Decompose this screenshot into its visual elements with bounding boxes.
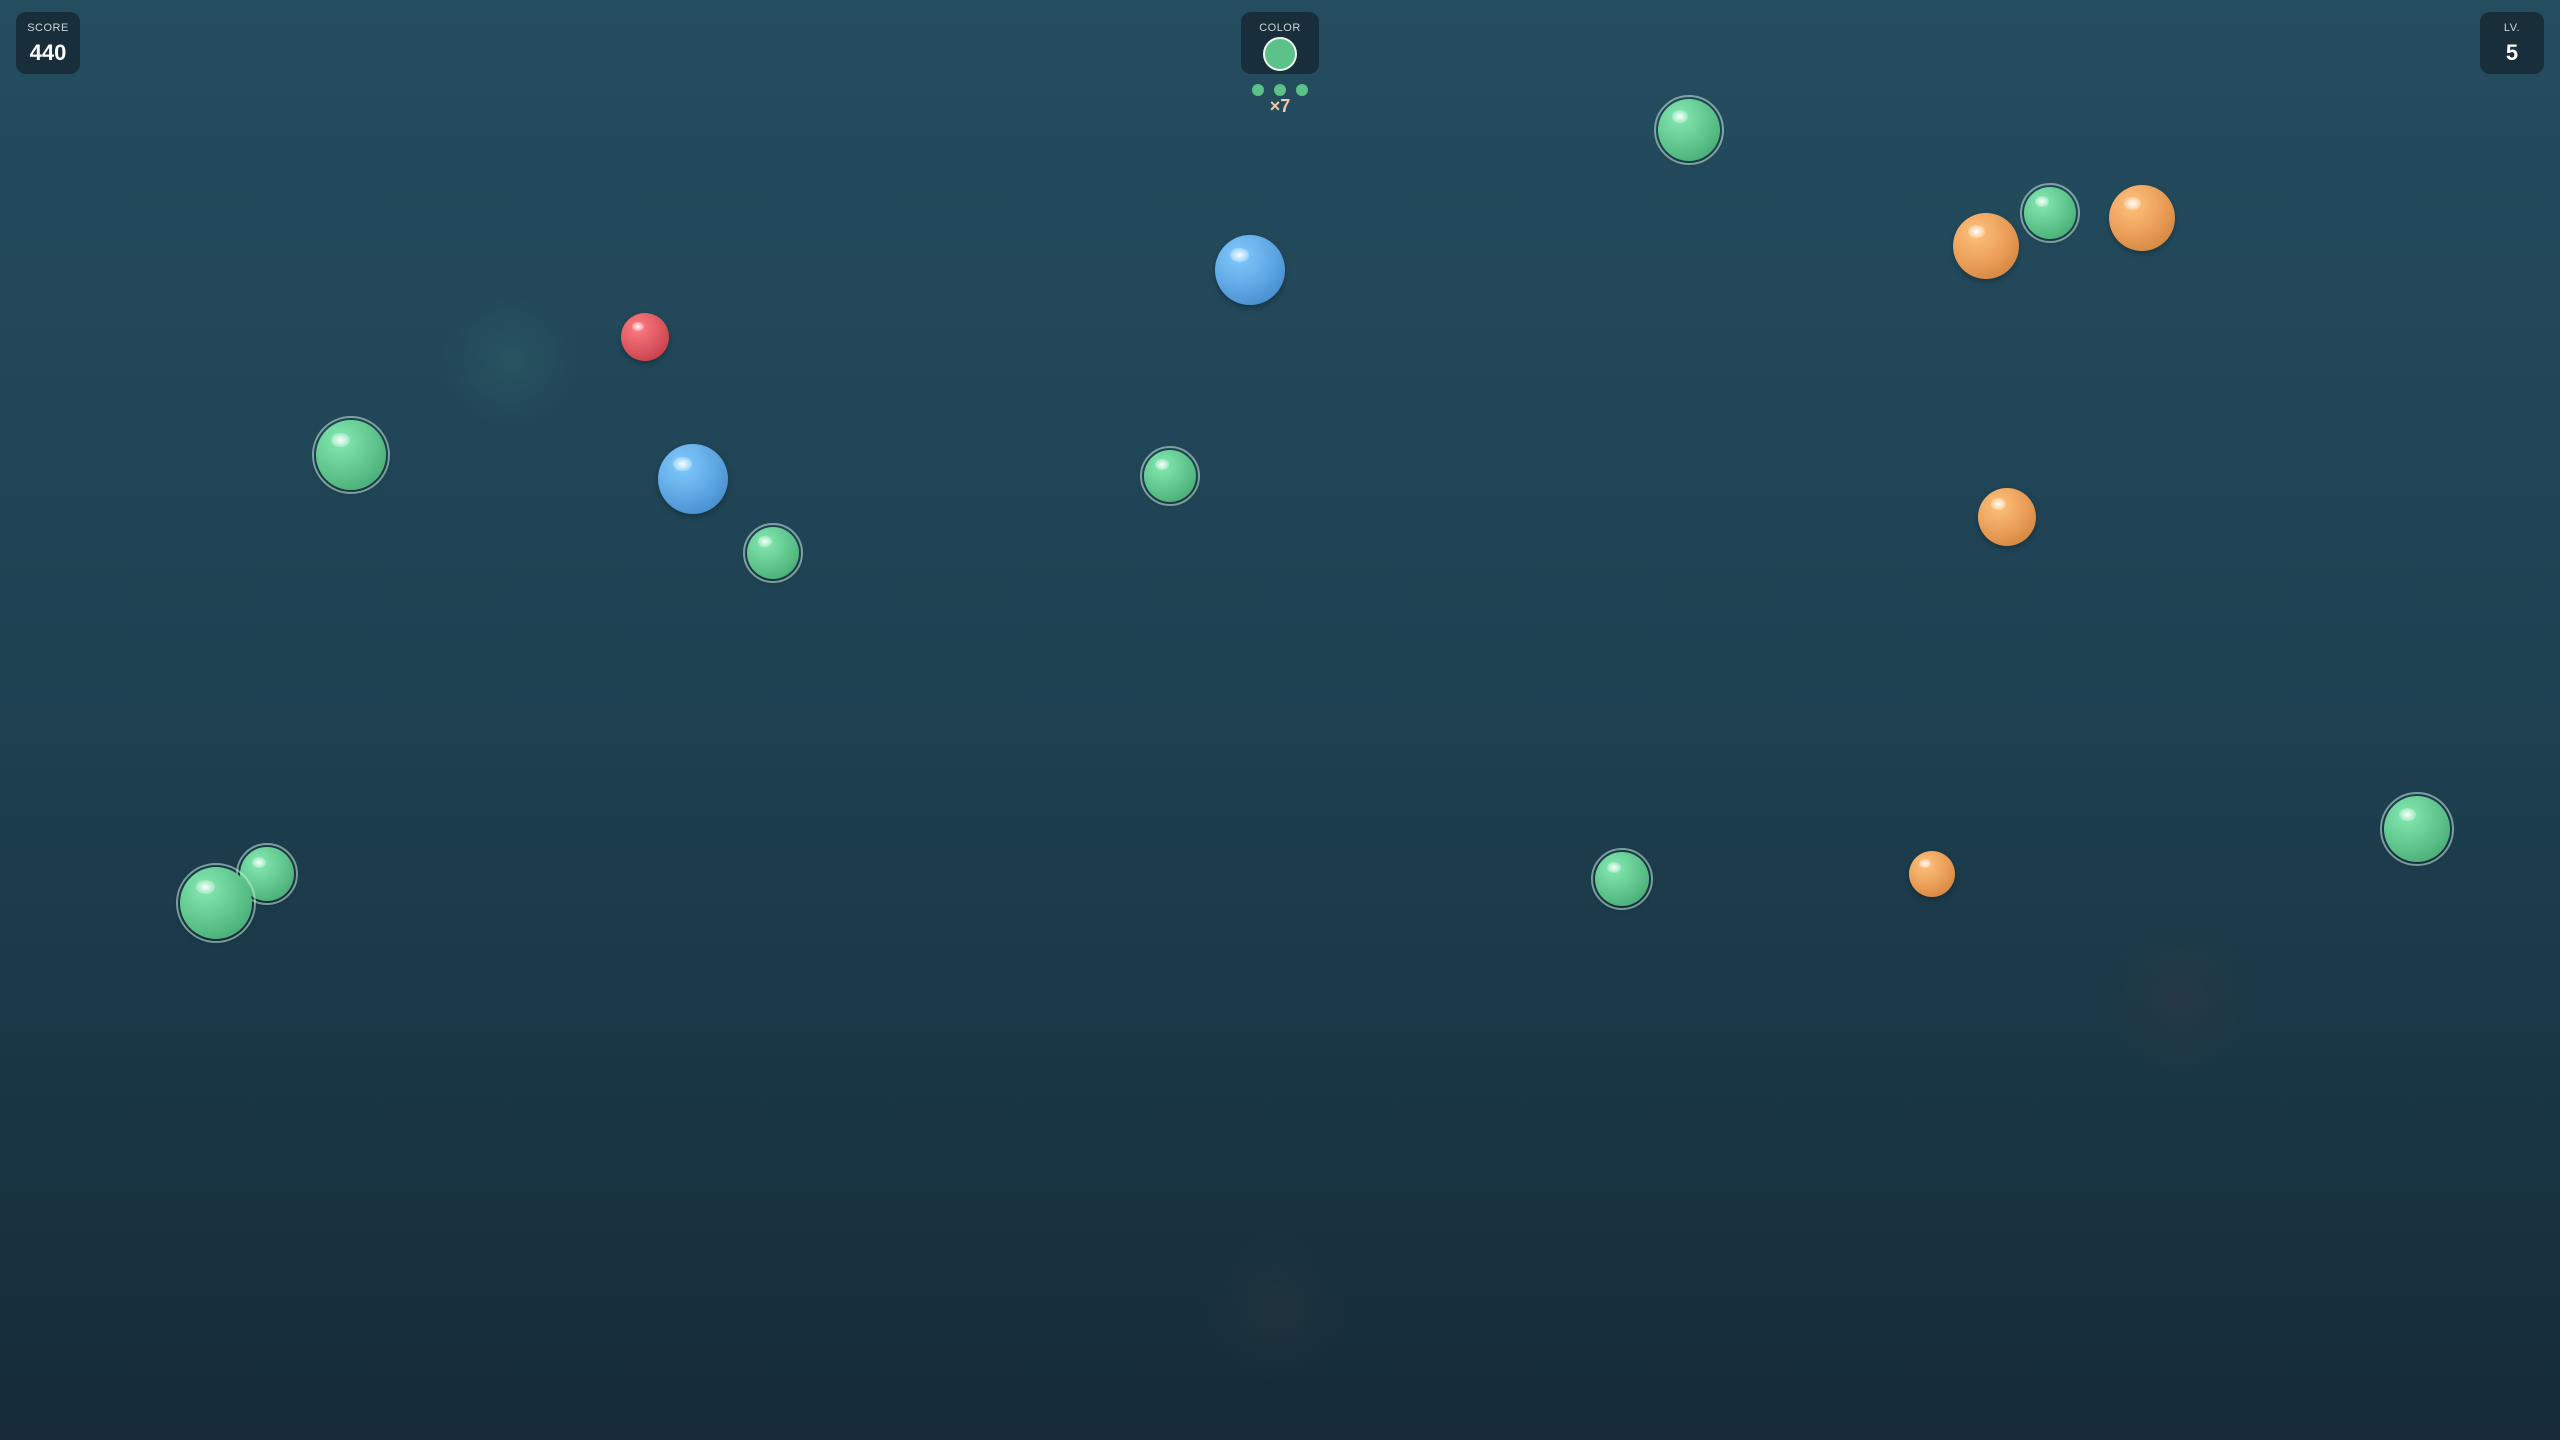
bubble-highlight [2123, 196, 2141, 211]
bubble-highlight [2398, 807, 2416, 822]
bubble-highlight [251, 856, 266, 868]
green-bubble[interactable] [2020, 183, 2080, 243]
combo-dots [1252, 84, 1308, 96]
green-bubble[interactable] [2380, 792, 2454, 866]
green-bubble[interactable] [743, 523, 803, 583]
bubble-highlight [631, 321, 645, 332]
background-glow [1200, 1230, 1350, 1380]
bubble-highlight [1671, 110, 1688, 123]
background-glow [440, 290, 580, 430]
bubble-highlight [1155, 459, 1169, 470]
bubble-highlight [758, 536, 772, 547]
green-bubble[interactable] [1591, 848, 1653, 910]
bubble-highlight [1967, 224, 1985, 239]
bubble-highlight [331, 432, 350, 447]
blue-bubble[interactable] [658, 444, 728, 514]
level-label: LV. [2503, 22, 2521, 34]
bubble-highlight [1990, 498, 2006, 511]
bubble-highlight [1606, 861, 1621, 873]
combo-dot [1296, 84, 1308, 96]
orange-bubble[interactable] [1909, 851, 1955, 897]
bubble-highlight [673, 456, 692, 471]
green-bubble[interactable] [312, 416, 390, 494]
bubble-highlight [195, 879, 215, 895]
green-bubble[interactable] [176, 863, 256, 943]
orange-bubble[interactable] [2109, 185, 2175, 251]
level-panel: LV. 5 [2480, 12, 2544, 74]
orange-bubble[interactable] [1978, 488, 2036, 546]
color-label: COLOR [1259, 22, 1301, 34]
combo-dot [1252, 84, 1264, 96]
level-value: 5 [2505, 40, 2519, 65]
green-bubble[interactable] [1654, 95, 1724, 165]
background-glow [2100, 920, 2260, 1080]
score-label: SCORE [27, 22, 69, 34]
target-color-panel: COLOR [1241, 12, 1319, 74]
combo-multiplier: ×7 [1269, 96, 1291, 116]
score-panel: SCORE 440 [16, 12, 80, 74]
combo-dot [1274, 84, 1286, 96]
red-bubble[interactable] [621, 313, 669, 361]
score-value: 440 [29, 40, 67, 65]
blue-bubble[interactable] [1215, 235, 1285, 305]
bubble-highlight [1919, 859, 1932, 869]
bubble-highlight [1230, 247, 1249, 262]
green-bubble[interactable] [1140, 446, 1200, 506]
bubble-highlight [2035, 196, 2049, 207]
target-color-swatch [1263, 37, 1297, 71]
orange-bubble[interactable] [1953, 213, 2019, 279]
